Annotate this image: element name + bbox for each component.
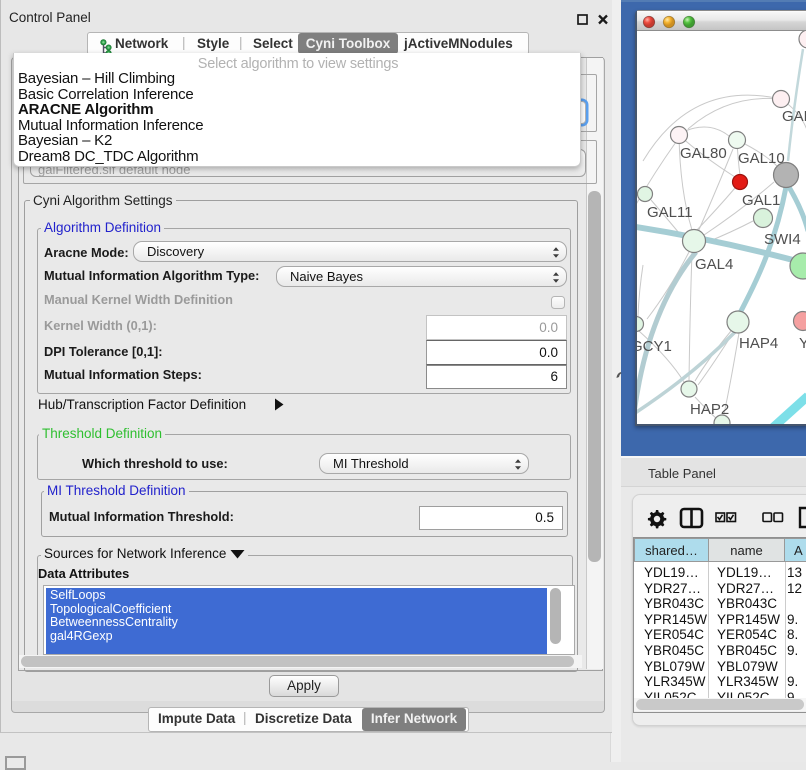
svg-text:GCY1: GCY1 (637, 338, 672, 355)
svg-text:GAL80: GAL80 (680, 145, 727, 162)
svg-text:HAP4: HAP4 (739, 335, 778, 352)
svg-text:GAL7: GAL7 (782, 108, 806, 125)
svg-text:GAL1: GAL1 (742, 192, 780, 209)
svg-text:GAL10: GAL10 (738, 150, 785, 167)
svg-text:GAL11: GAL11 (647, 204, 693, 221)
svg-text:SWI4: SWI4 (764, 231, 801, 248)
svg-text:Y: Y (799, 335, 806, 352)
svg-text:HAP2: HAP2 (690, 401, 729, 418)
svg-text:GAL4: GAL4 (695, 256, 733, 273)
